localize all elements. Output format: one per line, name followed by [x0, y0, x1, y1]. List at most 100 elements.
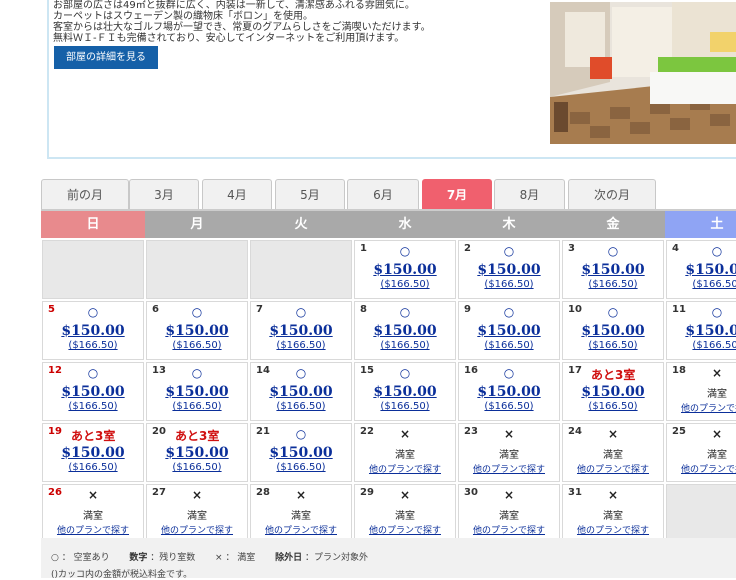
- price-link[interactable]: $150.00: [251, 445, 351, 461]
- tab-month-3[interactable]: 5月: [275, 179, 345, 210]
- price-link[interactable]: $150.00: [251, 384, 351, 400]
- tab-month-0[interactable]: 前の月: [41, 179, 129, 210]
- tab-month-5[interactable]: 7月: [422, 179, 492, 210]
- price-link[interactable]: $150.00: [43, 384, 143, 400]
- calendar-empty-cell: [42, 240, 144, 299]
- legend-excluded-label: 除外日: [275, 553, 303, 563]
- tab-month-6[interactable]: 8月: [494, 179, 565, 210]
- other-plan-link[interactable]: 他のプランで探す: [459, 523, 559, 536]
- tax-included-price-link[interactable]: ($166.50): [147, 401, 247, 412]
- weekday-header: 水: [353, 211, 457, 238]
- available-icon: ○: [399, 305, 411, 319]
- price-link[interactable]: $150.00: [563, 384, 663, 400]
- price-link[interactable]: $150.00: [459, 323, 559, 339]
- room-photo-image: [550, 2, 736, 144]
- other-plan-link[interactable]: 他のプランで探す: [459, 462, 559, 475]
- tab-month-2[interactable]: 4月: [202, 179, 272, 210]
- other-plan-link[interactable]: 他のプランで探す: [251, 523, 351, 536]
- price-link[interactable]: $150.00: [459, 262, 559, 278]
- availability-calendar: 日月火水木金土 1 ○ $150.00 ($166.50) 2 ○ $150.00 ($166.…: [41, 209, 736, 543]
- full-icon: ×: [399, 488, 411, 502]
- tax-included-price-link[interactable]: ($166.50): [43, 462, 143, 473]
- other-plan-link[interactable]: 他のプランで探す: [667, 462, 736, 475]
- tax-included-price-link[interactable]: ($166.50): [251, 340, 351, 351]
- calendar-day-cell: 2 ○ $150.00 ($166.50): [458, 240, 560, 299]
- full-icon: ×: [295, 488, 307, 502]
- price-link[interactable]: $150.00: [459, 384, 559, 400]
- calendar-day-cell: 13 ○ $150.00 ($166.50): [146, 362, 248, 421]
- tax-included-price-link[interactable]: ($166.50): [147, 462, 247, 473]
- calendar-day-cell: 21 ○ $150.00 ($166.50): [250, 423, 352, 482]
- tax-included-price-link[interactable]: ($166.50): [459, 340, 559, 351]
- tax-included-price-link[interactable]: ($166.50): [459, 401, 559, 412]
- tax-included-price-link[interactable]: ($166.50): [563, 279, 663, 290]
- price-link[interactable]: $150.00: [147, 323, 247, 339]
- other-plan-link[interactable]: 他のプランで探す: [355, 523, 455, 536]
- price-link[interactable]: $150.00: [667, 262, 736, 278]
- room-description: お部屋の広さは49㎡と抜群に広く、内装は一新して、清潔感あふれる雰囲気に。 カー…: [53, 0, 553, 44]
- tax-included-price-link[interactable]: ($166.50): [667, 340, 736, 351]
- price-link[interactable]: $150.00: [355, 323, 455, 339]
- price-link[interactable]: $150.00: [667, 323, 736, 339]
- full-icon: ×: [191, 488, 203, 502]
- tax-included-price-link[interactable]: ($166.50): [355, 401, 455, 412]
- price-link[interactable]: $150.00: [147, 384, 247, 400]
- room-description-line: 無料ＷＩ-ＦＩも完備されており、安心してインターネットをご利用頂けます。: [53, 33, 405, 44]
- price-link[interactable]: $150.00: [563, 323, 663, 339]
- full-label: 満室: [395, 511, 415, 522]
- calendar-day-cell: 5 ○ $150.00 ($166.50): [42, 301, 144, 360]
- calendar-day-cell: 18×満室他のプランで探す: [666, 362, 736, 421]
- calendar-day-cell: 4○$150.00($166.50): [666, 240, 736, 299]
- tax-included-price-link[interactable]: ($166.50): [563, 340, 663, 351]
- tax-included-price-link[interactable]: ($166.50): [459, 279, 559, 290]
- price-link[interactable]: $150.00: [251, 323, 351, 339]
- tab-month-4[interactable]: 6月: [347, 179, 419, 210]
- legend-note: ()カッコ内の金額が税込料金です。: [51, 570, 193, 580]
- tax-included-price-link[interactable]: ($166.50): [43, 340, 143, 351]
- tax-included-price-link[interactable]: ($166.50): [355, 279, 455, 290]
- other-plan-link[interactable]: 他のプランで探す: [563, 462, 663, 475]
- legend-number-text: ：残り室数: [150, 553, 196, 563]
- tax-included-price-link[interactable]: ($166.50): [251, 401, 351, 412]
- available-icon: ○: [295, 427, 307, 441]
- room-description-line: カーペットはスウェーデン製の織物床「ボロン」を使用。: [53, 11, 313, 22]
- full-label: 満室: [707, 389, 727, 400]
- weekday-header: 日: [41, 211, 145, 238]
- tab-month-1[interactable]: 3月: [129, 179, 199, 210]
- other-plan-link[interactable]: 他のプランで探す: [563, 523, 663, 536]
- calendar-day-cell: 16 ○ $150.00 ($166.50): [458, 362, 560, 421]
- tax-included-price-link[interactable]: ($166.50): [147, 340, 247, 351]
- remaining-rooms: あと3室: [591, 368, 636, 382]
- tab-month-7[interactable]: 次の月: [568, 179, 656, 210]
- other-plan-link[interactable]: 他のプランで探す: [43, 523, 143, 536]
- price-link[interactable]: $150.00: [147, 445, 247, 461]
- other-plan-link[interactable]: 他のプランで探す: [147, 523, 247, 536]
- calendar-empty-cell: [146, 240, 248, 299]
- calendar-day-cell: 14 ○ $150.00 ($166.50): [250, 362, 352, 421]
- full-label: 満室: [395, 450, 415, 461]
- remaining-rooms: あと3室: [175, 429, 220, 443]
- tax-included-price-link[interactable]: ($166.50): [355, 340, 455, 351]
- tax-included-price-link[interactable]: ($166.50): [563, 401, 663, 412]
- other-plan-link[interactable]: 他のプランで探す: [355, 462, 455, 475]
- tax-included-price-link[interactable]: ($166.50): [43, 401, 143, 412]
- room-detail-button[interactable]: 部屋の詳細を見る: [54, 46, 158, 69]
- calendar-day-cell: 12 ○ $150.00 ($166.50): [42, 362, 144, 421]
- full-icon: ×: [503, 427, 515, 441]
- calendar-day-cell: 8 ○ $150.00 ($166.50): [354, 301, 456, 360]
- legend-row: ○ ： 空室あり 数字 ：残り室数 × ： 満室 除外日 ：プラン対象外: [51, 550, 368, 563]
- calendar-day-cell: 27 × 満室 他のプランで探す: [146, 484, 248, 543]
- price-link[interactable]: $150.00: [355, 262, 455, 278]
- calendar-legend: ○ ： 空室あり 数字 ：残り室数 × ： 満室 除外日 ：プラン対象外 ()カ…: [41, 538, 736, 580]
- full-icon: ×: [607, 488, 619, 502]
- tax-included-price-link[interactable]: ($166.50): [667, 279, 736, 290]
- price-link[interactable]: $150.00: [355, 384, 455, 400]
- price-link[interactable]: $150.00: [43, 445, 143, 461]
- room-description-line: 客室からは壮大なゴルフ場が一望でき、常夏のグアムらしさをご満喫いただけます。: [53, 22, 431, 33]
- full-icon: ×: [711, 427, 723, 441]
- calendar-day-cell: 28 × 満室 他のプランで探す: [250, 484, 352, 543]
- price-link[interactable]: $150.00: [43, 323, 143, 339]
- other-plan-link[interactable]: 他のプランで探す: [667, 401, 736, 414]
- tax-included-price-link[interactable]: ($166.50): [251, 462, 351, 473]
- price-link[interactable]: $150.00: [563, 262, 663, 278]
